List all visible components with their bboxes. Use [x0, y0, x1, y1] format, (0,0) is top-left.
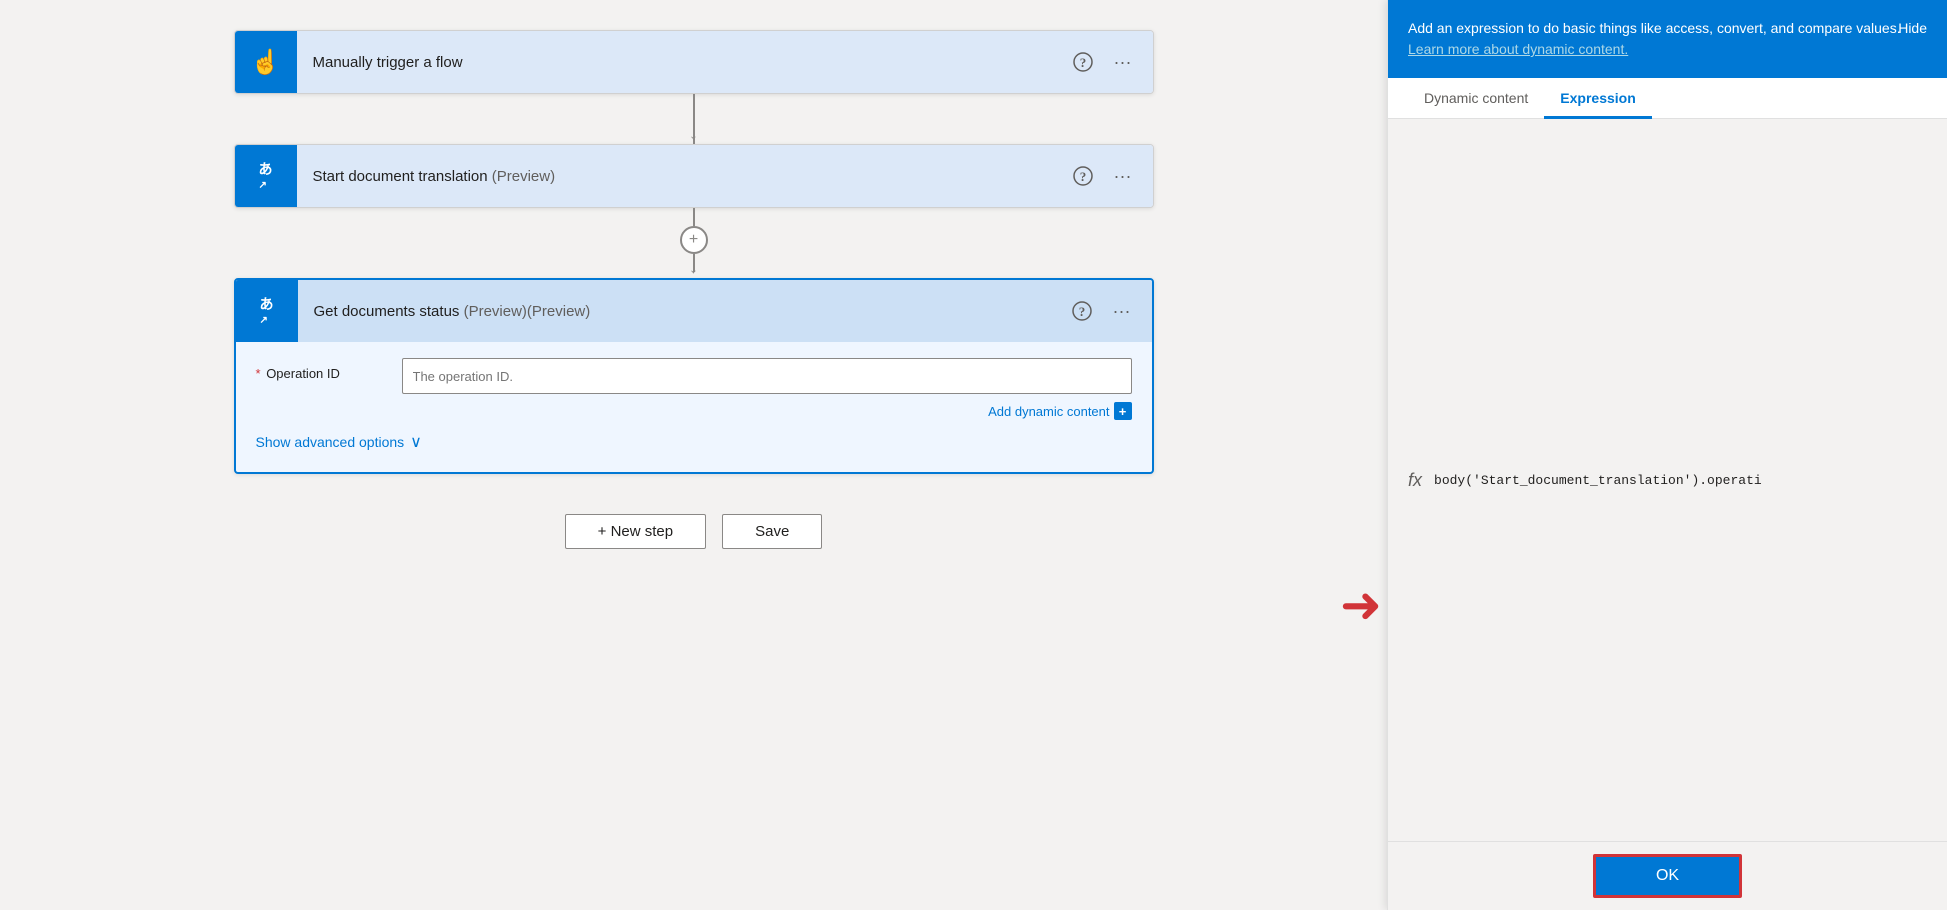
- step-get-status-header: あ↗ Get documents status (Preview)(Previe…: [236, 280, 1152, 342]
- tab-dynamic-content[interactable]: Dynamic content: [1408, 78, 1544, 119]
- panel-footer: OK: [1388, 841, 1947, 910]
- panel-body: fx: [1388, 119, 1947, 841]
- fx-icon: fx: [1408, 470, 1422, 491]
- step-start-translation-title: Start document translation (Preview): [297, 168, 1069, 185]
- svg-text:?: ?: [1079, 55, 1086, 70]
- connector-arrow-1: ↓: [689, 123, 698, 144]
- step-trigger-header: ☝ Manually trigger a flow ? ···: [235, 31, 1153, 93]
- step-start-translation-preview: (Preview): [492, 168, 555, 185]
- expression-input[interactable]: [1434, 473, 1927, 488]
- connector-plus: + ↓: [680, 208, 708, 278]
- step-start-translation-card: あ↗ Start document translation (Preview) …: [234, 144, 1154, 208]
- step-trigger-icon: ☝: [235, 31, 297, 93]
- connector-1: ↓: [693, 94, 695, 144]
- svg-text:?: ?: [1079, 169, 1086, 184]
- add-step-btn[interactable]: +: [680, 226, 708, 254]
- step-start-translation-help-btn[interactable]: ?: [1069, 162, 1097, 190]
- save-button[interactable]: Save: [722, 514, 822, 549]
- flow-container: ☝ Manually trigger a flow ? ···: [219, 30, 1169, 549]
- step-get-status-title: Get documents status (Preview)(Preview): [298, 303, 1068, 320]
- step-get-status-help-btn[interactable]: ?: [1068, 297, 1096, 325]
- operation-id-row: * Operation ID: [256, 358, 1132, 394]
- show-advanced-options-btn[interactable]: Show advanced options ∨: [256, 432, 1132, 452]
- arrow-right-container: ➜: [1340, 580, 1382, 630]
- main-canvas: ☝ Manually trigger a flow ? ···: [0, 0, 1387, 910]
- tab-expression[interactable]: Expression: [1544, 78, 1651, 119]
- connector-arrow-2: ↓: [689, 257, 698, 278]
- operation-id-input[interactable]: [402, 358, 1132, 394]
- right-panel: Add an expression to do basic things lik…: [1387, 0, 1947, 910]
- add-dynamic-content-link[interactable]: Add dynamic content +: [988, 402, 1131, 420]
- bottom-buttons: + New step Save: [565, 514, 823, 549]
- chevron-down-icon: ∨: [410, 432, 422, 452]
- add-dynamic-content-row: Add dynamic content +: [256, 402, 1132, 420]
- step-get-status-more-btn[interactable]: ···: [1108, 297, 1136, 325]
- step-get-status-actions: ? ···: [1068, 297, 1152, 325]
- panel-learn-more-link[interactable]: Learn more about dynamic content.: [1408, 41, 1628, 57]
- step-get-status-preview: (Preview): [464, 303, 527, 320]
- required-star: *: [256, 366, 261, 381]
- expression-input-area: fx: [1388, 119, 1947, 841]
- new-step-button[interactable]: + New step: [565, 514, 706, 549]
- step-trigger-title: Manually trigger a flow: [297, 54, 1069, 71]
- step-start-translation-header: あ↗ Start document translation (Preview) …: [235, 145, 1153, 207]
- step-trigger-more-btn[interactable]: ···: [1109, 48, 1137, 76]
- svg-text:?: ?: [1078, 304, 1085, 319]
- panel-header-text: Add an expression to do basic things lik…: [1408, 20, 1901, 57]
- step-start-translation-icon: あ↗: [235, 145, 297, 207]
- hand-icon: ☝: [251, 48, 281, 77]
- arrow-right-icon: ➜: [1340, 580, 1382, 630]
- step-trigger-card: ☝ Manually trigger a flow ? ···: [234, 30, 1154, 94]
- step-get-status-body: * Operation ID Add dynamic content + Sho…: [236, 342, 1152, 472]
- panel-hide-btn[interactable]: Hide: [1898, 18, 1927, 39]
- step-get-status-card: あ↗ Get documents status (Preview)(Previe…: [234, 278, 1154, 474]
- step-start-translation-more-btn[interactable]: ···: [1109, 162, 1137, 190]
- add-dynamic-badge: +: [1114, 402, 1132, 420]
- operation-id-label: * Operation ID: [256, 358, 386, 381]
- ok-button[interactable]: OK: [1593, 854, 1742, 898]
- step-trigger-actions: ? ···: [1069, 48, 1153, 76]
- step-trigger-help-btn[interactable]: ?: [1069, 48, 1097, 76]
- step-start-translation-actions: ? ···: [1069, 162, 1153, 190]
- panel-header: Add an expression to do basic things lik…: [1388, 0, 1947, 78]
- panel-tabs: Dynamic content Expression: [1388, 78, 1947, 119]
- step-get-status-icon: あ↗: [236, 280, 298, 342]
